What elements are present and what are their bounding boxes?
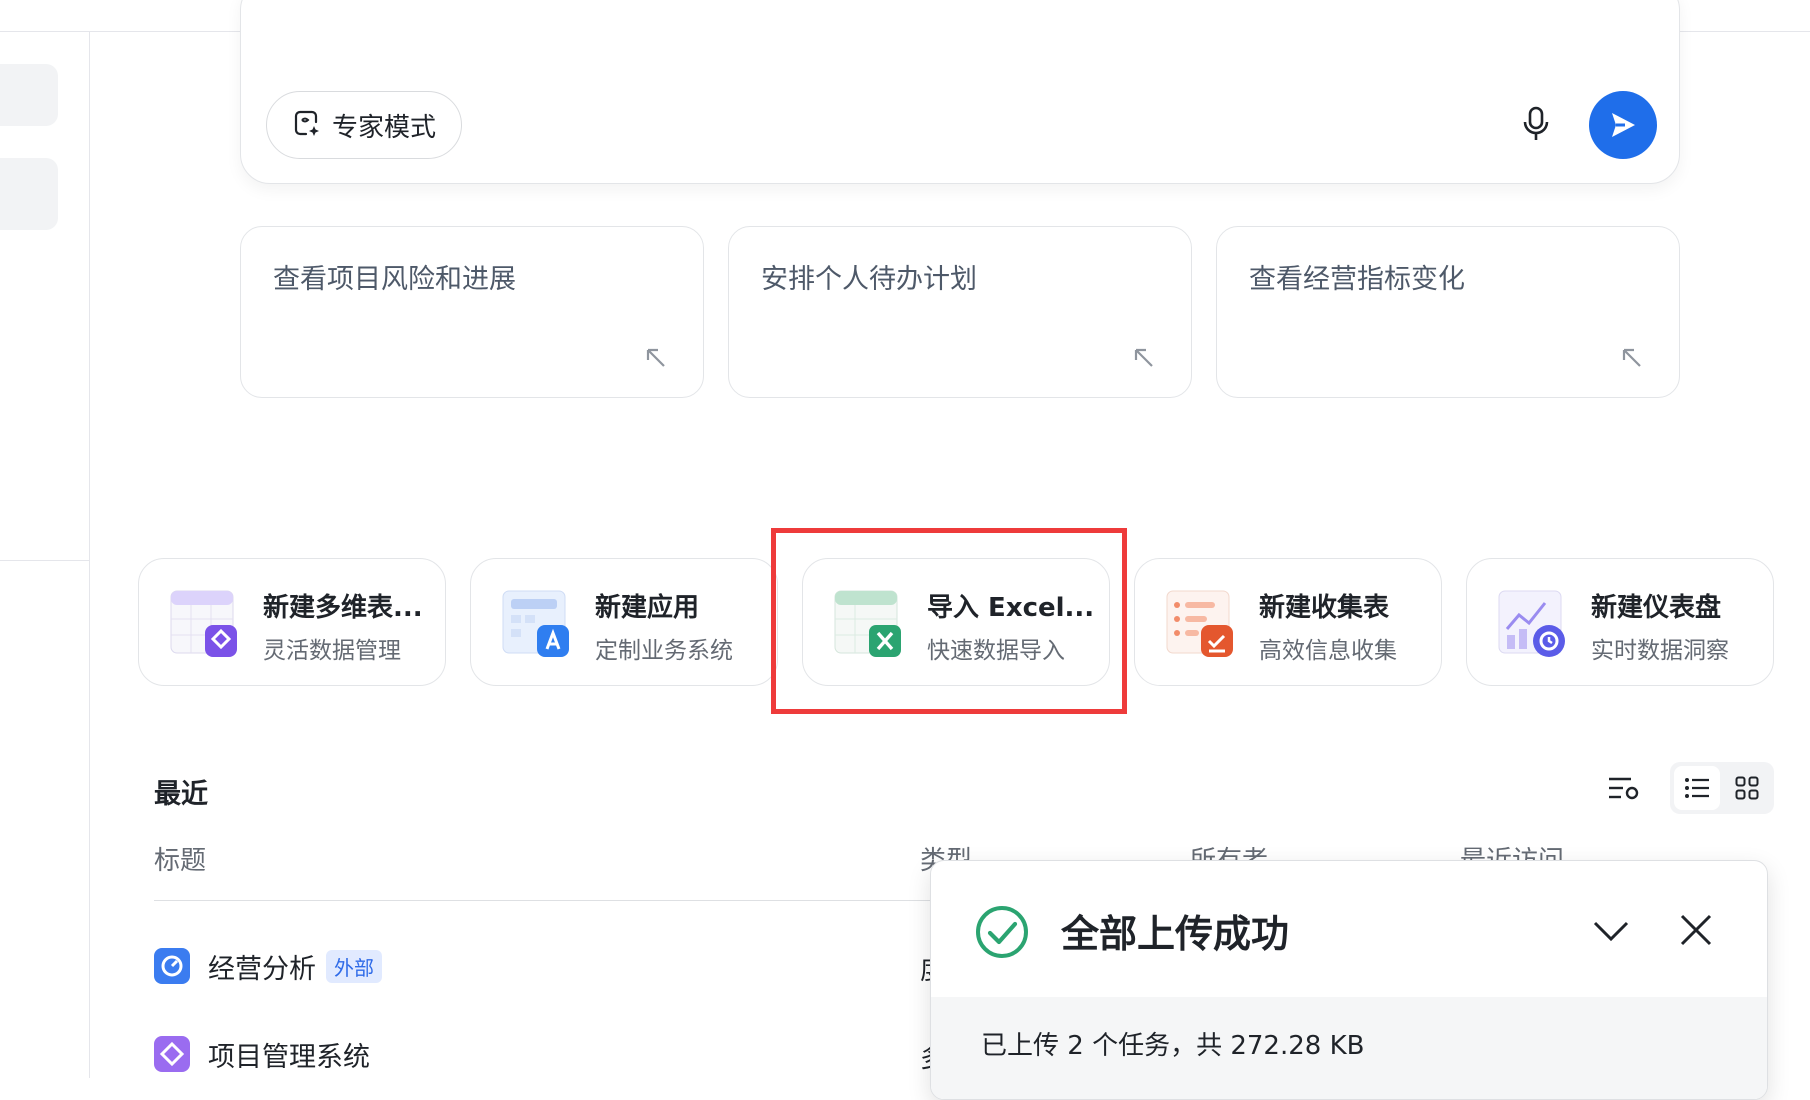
prompt-text: 查看项目风险和进展 bbox=[273, 264, 516, 295]
prompt-card[interactable]: 查看经营指标变化 bbox=[1216, 226, 1680, 398]
upload-toast: 全部上传成功 已上传 2 个任务，共 272.28 KB bbox=[930, 860, 1768, 1100]
quick-action-new-app[interactable]: 新建应用 定制业务系统 bbox=[470, 558, 778, 686]
list-view-icon bbox=[1685, 778, 1709, 798]
toast-summary-text: 已上传 2 个任务，共 272.28 KB bbox=[981, 1031, 1365, 1061]
success-check-icon bbox=[976, 906, 1028, 958]
bitable-doc-icon bbox=[154, 1036, 190, 1072]
quick-action-subtitle: 高效信息收集 bbox=[1259, 638, 1397, 664]
arrow-up-left-icon bbox=[1622, 348, 1641, 367]
row-title: 项目管理系统 bbox=[208, 1041, 370, 1073]
list-view-button[interactable] bbox=[1674, 766, 1720, 810]
quick-action-new-form[interactable]: 新建收集表 高效信息收集 bbox=[1134, 558, 1442, 686]
quick-action-subtitle: 实时数据洞察 bbox=[1591, 638, 1729, 664]
form-collect-icon bbox=[1166, 590, 1233, 657]
prompt-card[interactable]: 安排个人待办计划 bbox=[728, 226, 1192, 398]
row-title: 经营分析 bbox=[208, 953, 316, 985]
toast-summary: 已上传 2 个任务，共 272.28 KB bbox=[931, 997, 1767, 1099]
table-header-divider bbox=[154, 900, 934, 901]
column-header-title[interactable]: 标题 bbox=[154, 840, 206, 877]
filter-settings-icon[interactable] bbox=[1605, 772, 1641, 804]
arrow-up-left-icon bbox=[1134, 348, 1153, 367]
quick-action-subtitle: 灵活数据管理 bbox=[263, 638, 401, 664]
highlight-box bbox=[771, 528, 1127, 714]
recent-section-title: 最近 bbox=[154, 779, 208, 810]
microphone-icon[interactable] bbox=[1515, 103, 1557, 145]
dashboard-doc-icon bbox=[154, 948, 190, 984]
toast-title: 全部上传成功 bbox=[1061, 912, 1290, 956]
quick-action-title: 新建收集表 bbox=[1259, 593, 1390, 623]
send-button[interactable] bbox=[1589, 91, 1657, 159]
sidebar-item[interactable] bbox=[0, 158, 58, 230]
quick-action-new-dashboard[interactable]: 新建仪表盘 实时数据洞察 bbox=[1466, 558, 1774, 686]
table-row[interactable]: 经营分析 外部 bbox=[154, 946, 382, 986]
grid-view-icon bbox=[1735, 776, 1759, 800]
quick-action-new-bitable[interactable]: 新建多维表... 灵活数据管理 bbox=[138, 558, 446, 686]
quick-action-subtitle: 定制业务系统 bbox=[595, 638, 733, 664]
chevron-down-icon[interactable] bbox=[1591, 915, 1631, 947]
arrow-up-left-icon bbox=[646, 348, 665, 367]
expert-mode-icon bbox=[292, 108, 322, 142]
chat-input-box[interactable]: 专家模式 bbox=[240, 0, 1680, 184]
quick-action-title: 新建仪表盘 bbox=[1591, 593, 1722, 623]
sidebar-item[interactable] bbox=[0, 64, 58, 126]
close-icon[interactable] bbox=[1679, 913, 1713, 947]
send-icon bbox=[1612, 113, 1635, 137]
dashboard-icon bbox=[1498, 590, 1565, 657]
external-badge: 外部 bbox=[326, 949, 382, 983]
app-builder-icon bbox=[502, 590, 569, 657]
quick-action-title: 新建多维表... bbox=[263, 593, 423, 623]
sidebar bbox=[0, 32, 90, 1078]
multi-dimensional-table-icon bbox=[170, 590, 237, 657]
sidebar-divider bbox=[0, 560, 90, 561]
expert-mode-label: 专家模式 bbox=[332, 112, 437, 143]
table-row[interactable]: 项目管理系统 bbox=[154, 1034, 370, 1074]
expert-mode-button[interactable]: 专家模式 bbox=[266, 91, 463, 159]
prompt-text: 安排个人待办计划 bbox=[761, 264, 977, 295]
quick-action-title: 新建应用 bbox=[595, 593, 700, 623]
view-toggle[interactable] bbox=[1670, 762, 1774, 814]
grid-view-button[interactable] bbox=[1724, 766, 1770, 810]
prompt-text: 查看经营指标变化 bbox=[1249, 264, 1465, 295]
prompt-card[interactable]: 查看项目风险和进展 bbox=[240, 226, 704, 398]
